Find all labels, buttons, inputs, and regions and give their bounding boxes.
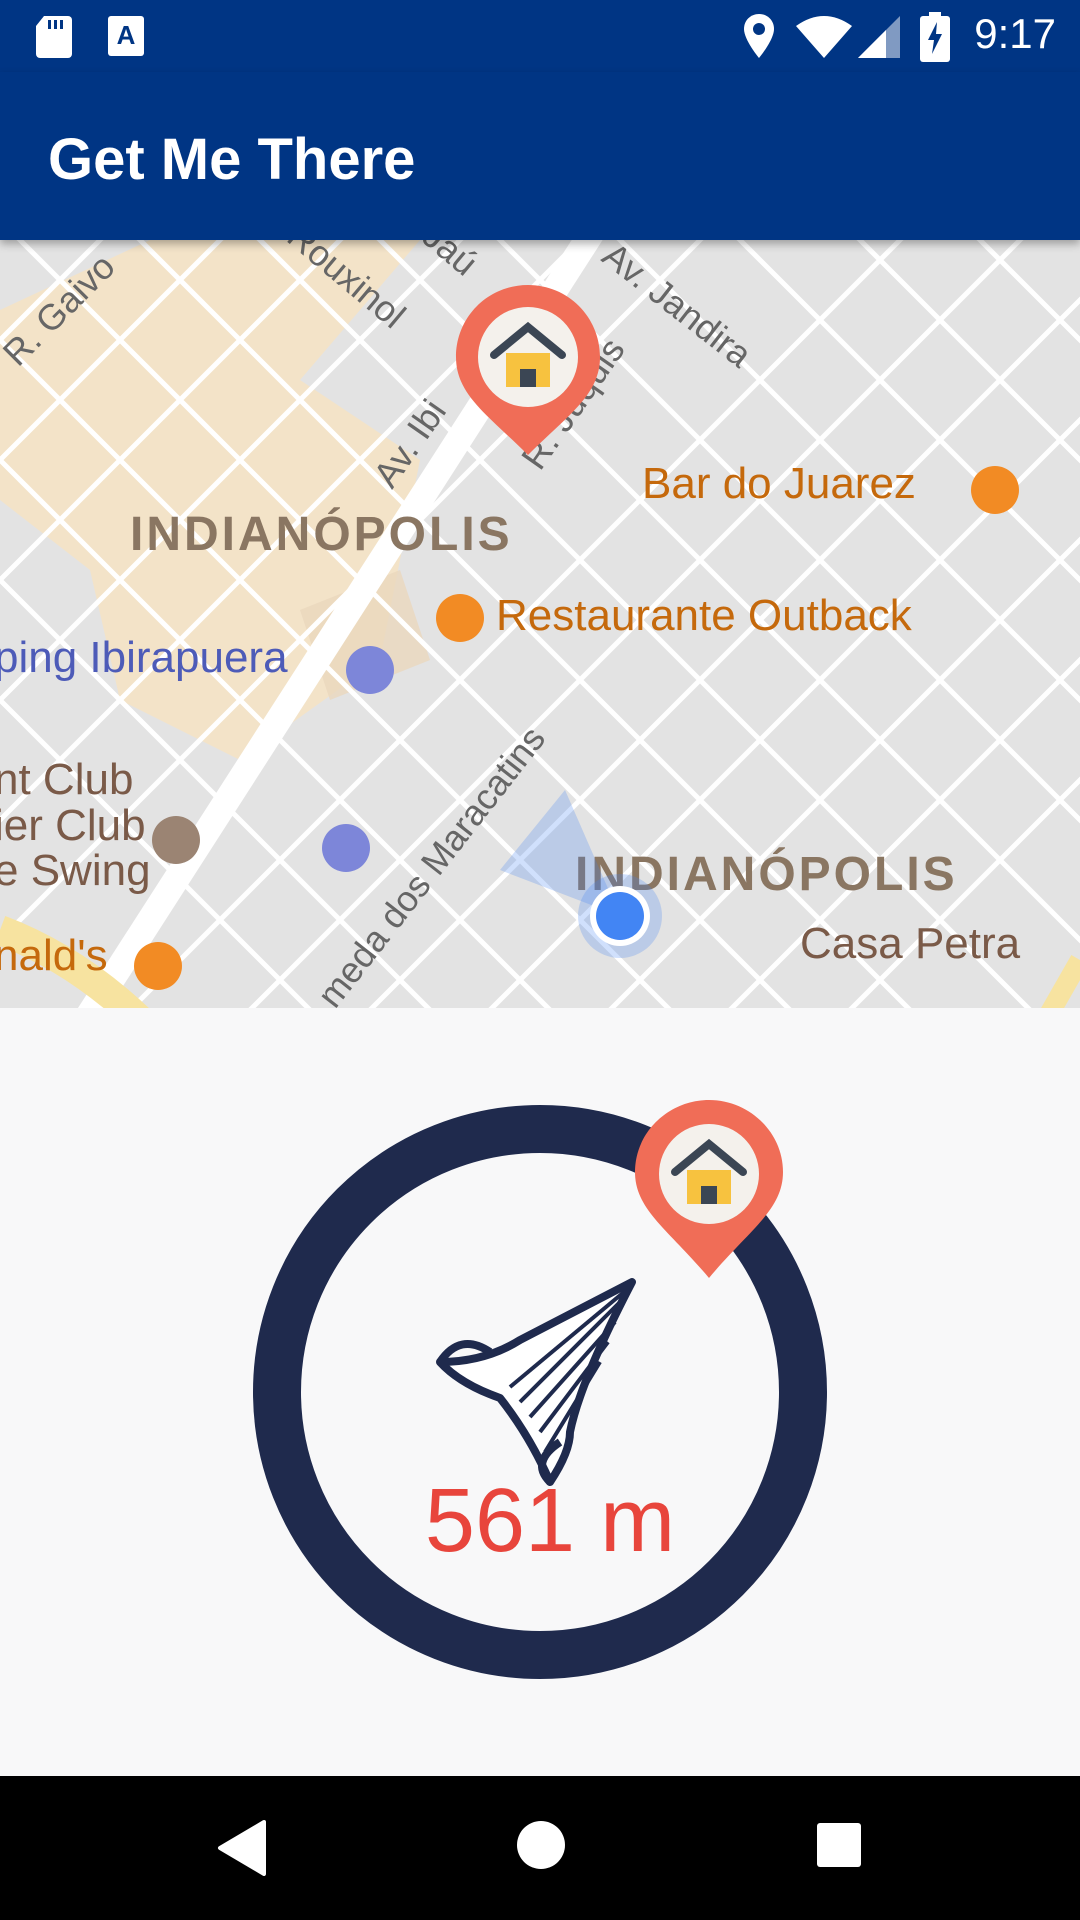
app-bar: Get Me There bbox=[0, 72, 1080, 240]
navigation-bar bbox=[0, 1776, 1080, 1920]
restaurant-icon[interactable] bbox=[134, 942, 182, 990]
restaurant-icon[interactable] bbox=[436, 594, 484, 642]
sd-card-icon bbox=[36, 16, 72, 58]
app-title: Get Me There bbox=[48, 127, 416, 192]
status-bar: A 9:17 bbox=[0, 0, 1080, 72]
wifi-icon bbox=[796, 16, 852, 58]
place-label: Restaurante Outback bbox=[496, 591, 913, 640]
ring-icon[interactable] bbox=[152, 816, 200, 864]
compass-graphic bbox=[253, 1100, 827, 1679]
battery-charging-icon bbox=[920, 12, 950, 62]
map-canvas[interactable]: R. Gaivo Rouxinol Jaú Av. Ibi R. Juquis … bbox=[0, 240, 1080, 1008]
shopping-icon[interactable] bbox=[346, 646, 394, 694]
back-button[interactable] bbox=[216, 1820, 268, 1876]
svg-text:A: A bbox=[117, 20, 136, 50]
arrow-needle-icon bbox=[436, 1278, 636, 1486]
home-button[interactable] bbox=[516, 1820, 566, 1870]
recents-button[interactable] bbox=[816, 1822, 862, 1868]
place-label: e Swing bbox=[0, 846, 151, 895]
bar-icon[interactable] bbox=[971, 466, 1019, 514]
area-label: INDIANÓPOLIS bbox=[130, 506, 513, 561]
location-icon bbox=[744, 14, 774, 58]
place-label: nald's bbox=[0, 931, 108, 980]
place-label: nt Club bbox=[0, 755, 133, 804]
shopping-icon[interactable] bbox=[322, 824, 370, 872]
a-box-icon: A bbox=[108, 16, 144, 56]
place-label: Bar do Juarez bbox=[642, 459, 916, 508]
map-view[interactable]: R. Gaivo Rouxinol Jaú Av. Ibi R. Juquis … bbox=[0, 240, 1080, 1008]
compass-panel bbox=[0, 1008, 1080, 1776]
signal-icon bbox=[858, 16, 900, 58]
status-time: 9:17 bbox=[974, 10, 1056, 57]
place-label: Casa Petra bbox=[800, 919, 1021, 968]
yellow-road-right bbox=[1041, 955, 1080, 1008]
place-label: ping Ibirapuera bbox=[0, 633, 288, 682]
place-label: ier Club bbox=[0, 801, 146, 850]
distance-readout: 561 m bbox=[424, 1471, 676, 1571]
